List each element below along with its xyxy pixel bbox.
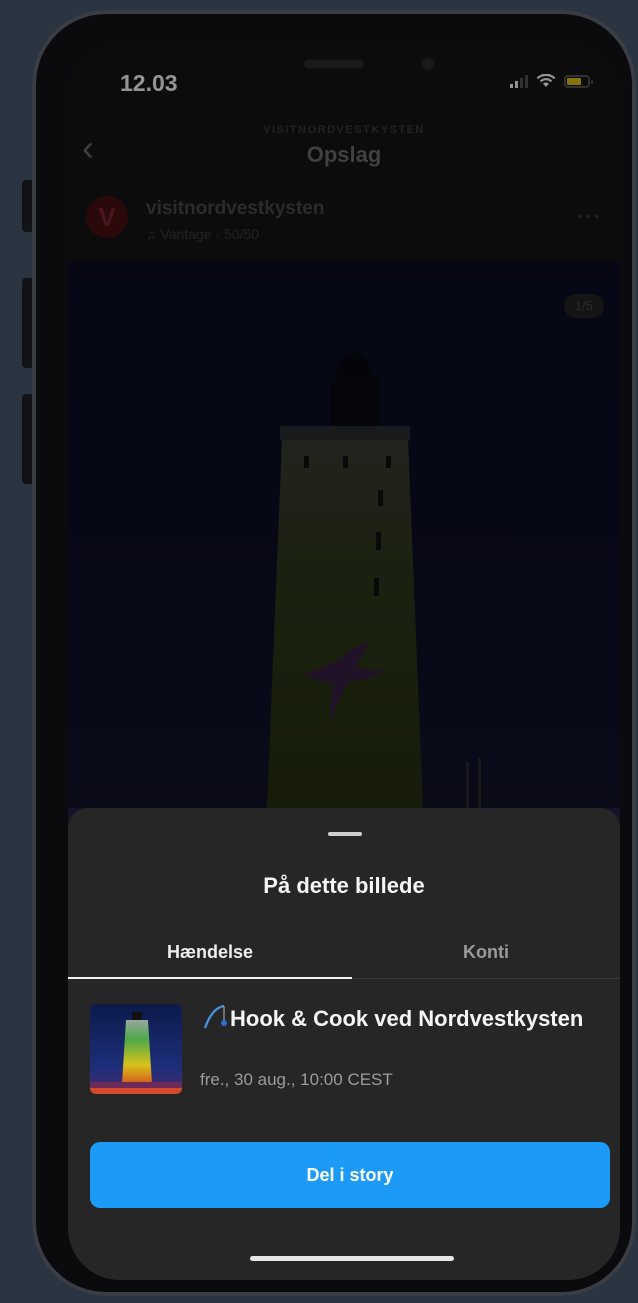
- event-title: Hook & Cook ved Nordvestkysten: [230, 1006, 584, 1031]
- event-date: fre., 30 aug., 10:00 CEST: [200, 1070, 393, 1089]
- sheet-title: På dette billede: [263, 873, 425, 898]
- event-thumbnail: [90, 1004, 182, 1094]
- dim-overlay[interactable]: [68, 44, 620, 808]
- share-to-story-button[interactable]: Del i story: [90, 1142, 610, 1208]
- event-list-item[interactable]: Hook & Cook ved Nordvestkysten fre., 30 …: [90, 1004, 600, 1100]
- home-indicator[interactable]: [250, 1256, 454, 1261]
- volume-down-button: [22, 394, 32, 484]
- volume-up-button: [22, 278, 32, 368]
- mute-switch: [22, 180, 32, 232]
- sheet-grabber[interactable]: [328, 832, 362, 836]
- tab-accounts[interactable]: Konti: [352, 942, 620, 963]
- active-tab-indicator: [68, 977, 352, 979]
- bottom-sheet: På dette billede Hændelse Konti Hook & C…: [68, 808, 620, 1280]
- tab-event[interactable]: Hændelse: [68, 942, 352, 963]
- phone-screen: 12.03 ‹ VISITNORDVESTKYSTEN Opslag V vis…: [68, 44, 620, 1280]
